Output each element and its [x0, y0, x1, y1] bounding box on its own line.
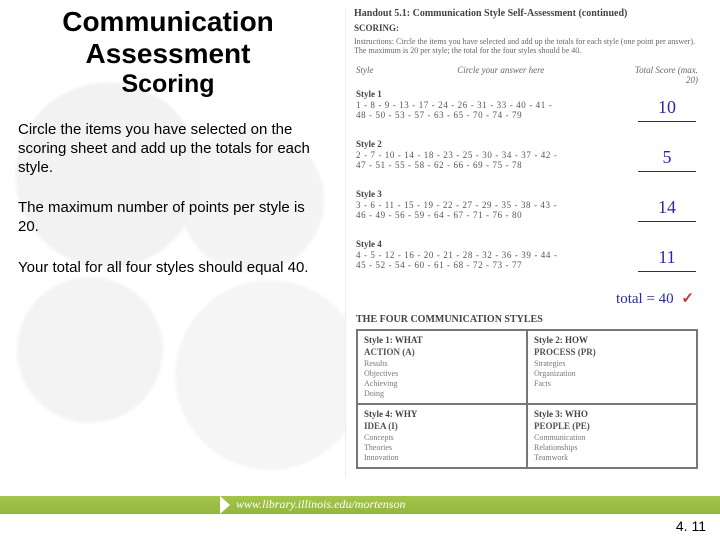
quad-sub: PROCESS (PR)	[534, 347, 690, 357]
handwritten-total: total = 40 ✓	[346, 289, 694, 308]
body-para-3: Your total for all four styles should eq…	[18, 259, 318, 278]
title-line-1: Communication	[18, 6, 318, 38]
style-row-3: Style 3 3 - 6 - 11 - 15 - 19 - 22 - 27 -…	[356, 189, 698, 235]
four-styles-grid: Style 1: WHAT ACTION (A) Results Objecti…	[356, 329, 698, 469]
footer-url: www.library.illinois.edu/mortenson	[236, 497, 405, 512]
scoring-columns: Style Circle your answer here Total Scor…	[356, 65, 698, 85]
col-total: Total Score (max. 20)	[628, 65, 698, 85]
title-line-3: Scoring	[18, 70, 318, 99]
handout-scan: Handout 5.1: Communication Style Self-As…	[345, 8, 708, 478]
quad-head: Style 3: WHO	[534, 409, 690, 419]
style-score: 11	[638, 247, 696, 268]
scoring-instructions: Instructions: Circle the items you have …	[354, 37, 700, 55]
quad-sub: ACTION (A)	[364, 347, 520, 357]
handout-title: Handout 5.1: Communication Style Self-As…	[354, 8, 708, 19]
body-para-1: Circle the items you have selected on th…	[18, 121, 318, 177]
quad-head: Style 1: WHAT	[364, 335, 520, 345]
style-row-1: Style 1 1 - 8 - 9 - 13 - 17 - 24 - 26 - …	[356, 89, 698, 135]
footer-bar: www.library.illinois.edu/mortenson	[0, 496, 720, 514]
left-column: Communication Assessment Scoring Circle …	[18, 6, 318, 278]
total-text: total = 40	[616, 291, 674, 307]
quad-sub: PEOPLE (PE)	[534, 421, 690, 431]
slide-title: Communication Assessment Scoring	[18, 6, 318, 99]
quad-lines: Communication Relationships Teamwork	[534, 433, 690, 463]
style-row-2: Style 2 2 - 7 - 10 - 14 - 18 - 23 - 25 -…	[356, 139, 698, 185]
style-score: 5	[638, 147, 696, 168]
slide-number: 4. 11	[676, 518, 706, 534]
style-score: 10	[638, 97, 696, 118]
body-para-2: The maximum number of points per style i…	[18, 199, 318, 237]
quad-lines: Strategies Organization Facts	[534, 359, 690, 389]
quad-lines: Concepts Theories Innovation	[364, 433, 520, 463]
checkmark-icon: ✓	[681, 291, 694, 307]
quad-cell-2: Style 2: HOW PROCESS (PR) Strategies Org…	[527, 330, 697, 404]
quad-head: Style 2: HOW	[534, 335, 690, 345]
col-style: Style	[356, 65, 374, 85]
quad-cell-1: Style 1: WHAT ACTION (A) Results Objecti…	[357, 330, 527, 404]
scoring-heading: SCORING:	[354, 23, 708, 33]
quad-head: Style 4: WHY	[364, 409, 520, 419]
footer-triangle-icon	[220, 496, 230, 514]
col-circle: Circle your answer here	[457, 65, 544, 85]
quad-cell-4: Style 3: WHO PEOPLE (PE) Communication R…	[527, 404, 697, 468]
quad-lines: Results Objectives Achieving Doing	[364, 359, 520, 399]
style-score: 14	[638, 197, 696, 218]
title-line-2: Assessment	[18, 38, 318, 70]
style-row-4: Style 4 4 - 5 - 12 - 16 - 20 - 21 - 28 -…	[356, 239, 698, 285]
quad-sub: IDEA (I)	[364, 421, 520, 431]
quad-cell-3: Style 4: WHY IDEA (I) Concepts Theories …	[357, 404, 527, 468]
quad-title: THE FOUR COMMUNICATION STYLES	[356, 314, 708, 325]
